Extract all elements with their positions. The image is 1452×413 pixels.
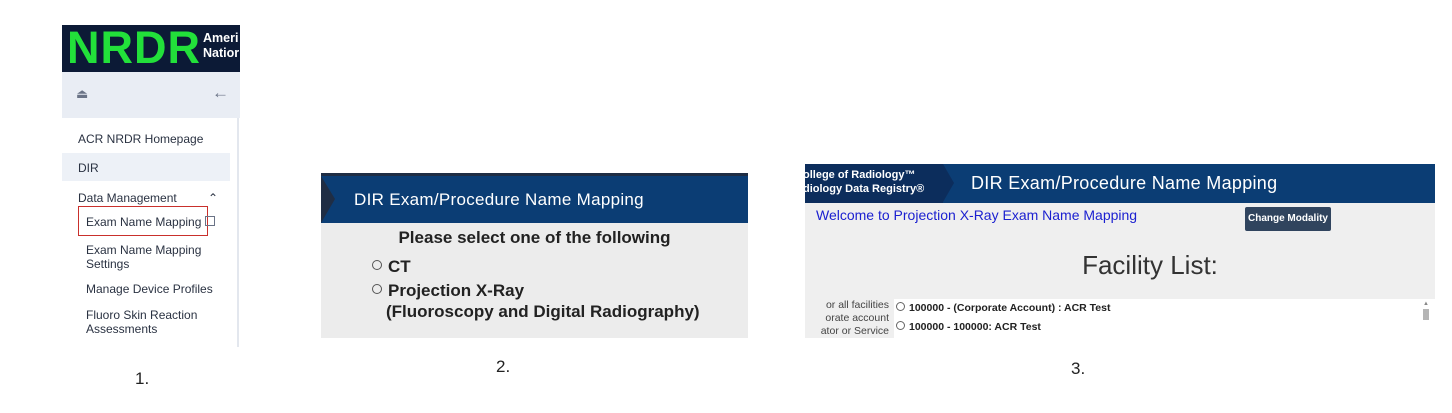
caption-2: 2.: [496, 357, 511, 376]
sidebar-item-exam-name-mapping-settings[interactable]: Exam Name Mapping Settings: [86, 243, 201, 271]
sidebar-panel: NRDR Ameri Natior ⏏ ← ACR NRDR Homepage …: [62, 25, 240, 347]
caption-1: 1.: [135, 369, 150, 388]
prompt-text: Please select one of the following: [398, 228, 671, 247]
logo-subtitle: Ameri Natior: [203, 31, 240, 60]
option-projection-xray[interactable]: Projection X-Ray: [372, 281, 524, 301]
sidebar-item-homepage[interactable]: ACR NRDR Homepage: [78, 132, 203, 146]
nrdr-logo[interactable]: NRDR Ameri Natior: [62, 25, 240, 72]
sidebar-item-manage-device-profiles[interactable]: Manage Device Profiles: [86, 282, 213, 296]
logo-text: NRDR: [67, 25, 201, 72]
facility-list-panel: ollege of Radiology™ diology Data Regist…: [805, 164, 1435, 338]
header-arrow: [943, 164, 954, 202]
facility-row[interactable]: 100000 - 100000: ACR Test: [896, 321, 1041, 333]
sidebar-item-label: DIR: [78, 161, 99, 175]
sidebar-divider: [237, 118, 239, 347]
sidebar-item-fluoro-skin[interactable]: Fluoro Skin Reaction Assessments: [86, 308, 197, 336]
chevron-up-icon[interactable]: ⌃: [208, 191, 218, 205]
scrollbar[interactable]: ▲: [1423, 301, 1429, 338]
instruction-text: or all facilities orate account ator or …: [820, 299, 889, 337]
sidebar-item-dir[interactable]: DIR: [62, 153, 230, 181]
header-arrow: [321, 176, 335, 223]
page-title: DIR Exam/Procedure Name Mapping: [971, 173, 1278, 193]
facility-list-title: Facility List:: [1082, 250, 1218, 280]
external-link-icon: [205, 216, 216, 226]
option-projection-xray-detail[interactable]: (Fluoroscopy and Digital Radiography): [386, 302, 700, 322]
page-header: ollege of Radiology™ diology Data Regist…: [805, 164, 1435, 203]
scroll-up-icon[interactable]: ▲: [1423, 301, 1429, 307]
caption-3: 3.: [1071, 359, 1086, 378]
sidebar-item-exam-name-mapping[interactable]: Exam Name Mapping: [86, 215, 216, 229]
radio-button[interactable]: [896, 321, 905, 330]
sidebar-item-data-management[interactable]: Data Management: [78, 191, 177, 205]
change-modality-button[interactable]: Change Modality: [1245, 207, 1331, 231]
radio-button[interactable]: [896, 302, 905, 311]
radio-button[interactable]: [372, 260, 382, 270]
facility-list[interactable]: 100000 - (Corporate Account) : ACR Test …: [894, 299, 1435, 338]
option-ct[interactable]: CT: [372, 257, 411, 277]
sidebar-toolbar: ⏏ ←: [62, 72, 240, 118]
welcome-link[interactable]: Welcome to Projection X-Ray Exam Name Ma…: [816, 207, 1137, 223]
radio-button[interactable]: [372, 284, 382, 294]
page-title: DIR Exam/Procedure Name Mapping: [354, 190, 644, 209]
back-arrow-icon[interactable]: ←: [212, 83, 229, 103]
eject-icon[interactable]: ⏏: [76, 86, 88, 102]
acr-brand: ollege of Radiology™ diology Data Regist…: [805, 164, 943, 203]
scroll-thumb[interactable]: [1423, 309, 1429, 320]
modality-select-panel: DIR Exam/Procedure Name Mapping Please s…: [321, 173, 748, 338]
facility-row[interactable]: 100000 - (Corporate Account) : ACR Test: [896, 302, 1110, 314]
page-header: DIR Exam/Procedure Name Mapping: [321, 173, 748, 223]
